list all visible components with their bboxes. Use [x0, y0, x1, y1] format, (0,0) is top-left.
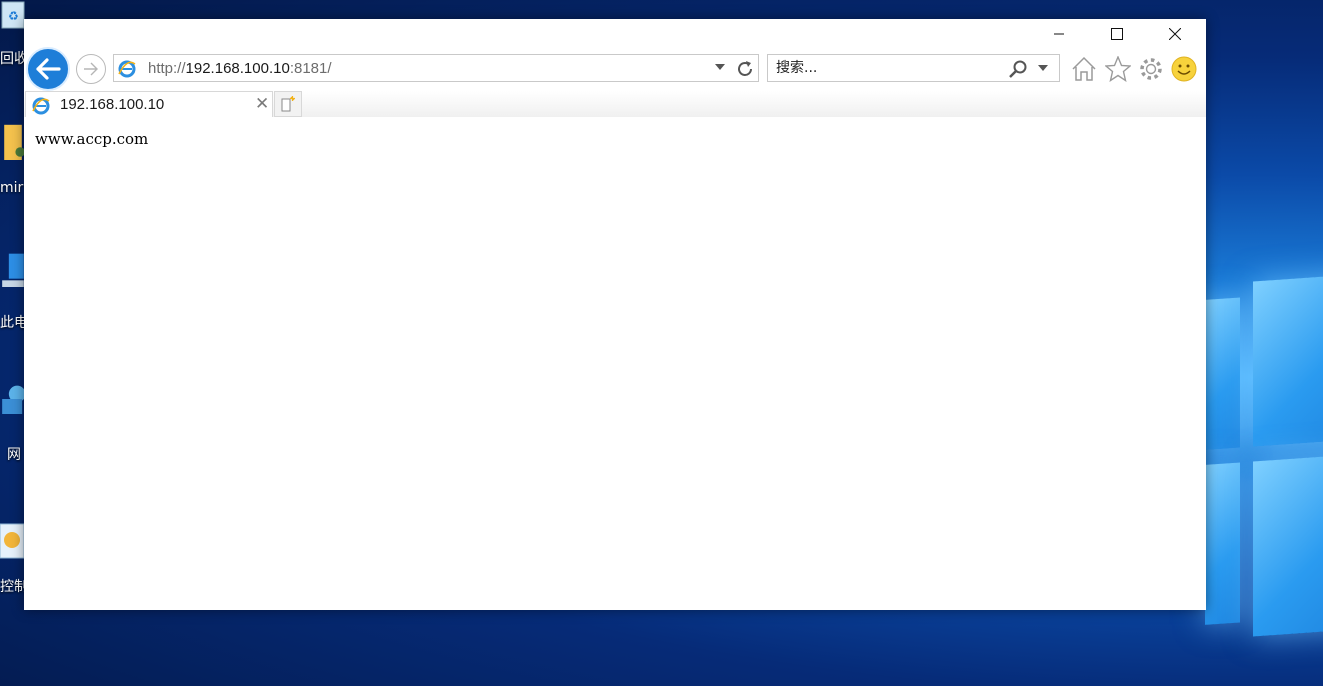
- address-dropdown-icon[interactable]: [715, 64, 725, 70]
- desktop-icon-folder[interactable]: mir: [0, 120, 26, 196]
- search-input[interactable]: [776, 58, 996, 78]
- tab-strip: 192.168.100.10 ✕: [24, 91, 1206, 117]
- browser-window: http://192.168.100.10:8181/ 搜索... 192.16…: [24, 19, 1206, 610]
- arrow-right-icon: [84, 62, 98, 76]
- feedback-button[interactable]: [1170, 55, 1198, 83]
- address-url: http://192.168.100.10:8181/: [148, 60, 332, 77]
- tools-button[interactable]: [1137, 55, 1165, 83]
- new-tab-icon: [281, 96, 295, 112]
- navigation-bar: http://192.168.100.10:8181/: [24, 47, 1206, 91]
- home-button[interactable]: [1070, 55, 1098, 83]
- arrow-left-icon: [36, 58, 61, 80]
- minimize-icon: [1054, 33, 1064, 35]
- network-icon: [2, 385, 26, 414]
- windows-logo: [1205, 250, 1323, 680]
- control-panel-icon: [0, 523, 25, 559]
- gear-icon: [1140, 58, 1162, 80]
- this-pc-icon: [2, 253, 24, 287]
- close-icon: [1169, 28, 1181, 40]
- star-icon: [1105, 56, 1131, 82]
- url-scheme: http://: [148, 60, 186, 77]
- back-button[interactable]: [26, 47, 70, 91]
- tab-active[interactable]: 192.168.100.10 ✕: [25, 91, 273, 117]
- desktop-icon-this-pc[interactable]: 此电: [0, 252, 28, 331]
- forward-button[interactable]: [76, 54, 106, 84]
- desktop-icon-recycle-bin[interactable]: ♻ 回收: [0, 0, 28, 67]
- desktop-icon-label: 网: [7, 447, 21, 463]
- title-bar: [24, 19, 1206, 49]
- search-icon[interactable]: [1008, 59, 1028, 79]
- ie-page-icon: [32, 97, 50, 115]
- new-tab-button[interactable]: [274, 91, 302, 117]
- search-box[interactable]: [767, 54, 1060, 82]
- maximize-button[interactable]: [1088, 19, 1146, 49]
- refresh-icon[interactable]: [735, 59, 755, 79]
- search-dropdown-icon[interactable]: [1038, 65, 1048, 71]
- maximize-icon: [1111, 28, 1123, 40]
- page-body-text: www.accp.com: [35, 130, 149, 148]
- url-host: 192.168.100.10: [185, 60, 290, 77]
- minimize-button[interactable]: [1030, 19, 1088, 49]
- page-content: www.accp.com: [24, 117, 1206, 610]
- smiley-icon: [1171, 56, 1197, 82]
- tab-close-icon[interactable]: ✕: [255, 95, 269, 113]
- svg-text:♻: ♻: [8, 9, 19, 23]
- desktop-icon-label: mir: [0, 180, 24, 196]
- favorites-button[interactable]: [1104, 55, 1132, 83]
- ie-page-icon: [118, 60, 136, 78]
- address-bar[interactable]: http://192.168.100.10:8181/: [113, 54, 759, 82]
- url-port-path: :8181/: [289, 60, 332, 77]
- desktop-icon-network[interactable]: 网: [0, 384, 26, 463]
- home-icon: [1072, 56, 1096, 81]
- close-button[interactable]: [1146, 19, 1204, 49]
- tab-title: 192.168.100.10: [60, 96, 165, 113]
- recycle-bin-icon: ♻: [1, 1, 25, 29]
- desktop-icon-control-panel[interactable]: 控制: [0, 522, 28, 595]
- folder-icon: [4, 124, 25, 160]
